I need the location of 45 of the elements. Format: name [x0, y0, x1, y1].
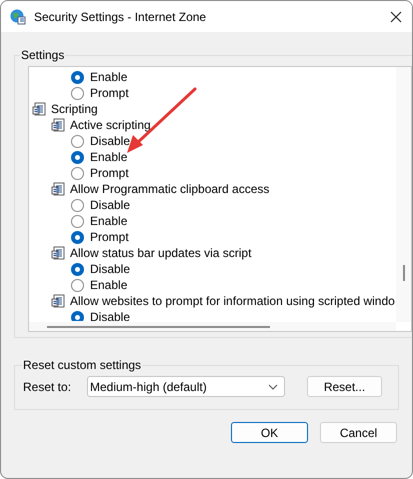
category-label: Scripting — [51, 101, 98, 118]
setting-label: Active scripting — [70, 117, 151, 134]
settings-page-icon — [51, 246, 66, 260]
option-label: Prompt — [90, 229, 129, 246]
ok-button[interactable]: OK — [231, 422, 308, 443]
globe-icon — [10, 8, 26, 24]
radio-button[interactable] — [71, 262, 84, 276]
radio-button[interactable] — [71, 70, 84, 84]
option-label: Disable — [90, 197, 130, 214]
settings-page-icon — [51, 118, 66, 132]
radio-button[interactable] — [71, 214, 84, 228]
setting-label: Allow websites to prompt for information using scripted windo — [70, 293, 395, 310]
vertical-scrollbar[interactable] — [396, 67, 411, 322]
reset-button[interactable]: Reset... — [307, 376, 382, 397]
option-label: Disable — [90, 133, 130, 150]
option-label: Enable — [90, 149, 128, 166]
window-title: Security Settings - Internet Zone — [34, 8, 206, 26]
option-label: Disable — [90, 309, 130, 321]
horizontal-scrollbar[interactable] — [29, 322, 396, 331]
radio-button[interactable] — [71, 198, 84, 212]
field-label: Reset to: — [23, 378, 72, 396]
radio-button[interactable] — [71, 86, 84, 100]
reset-level-dropdown[interactable]: Medium-high (default) — [87, 376, 285, 397]
group-label: Reset custom settings — [22, 357, 142, 374]
cancel-button[interactable]: Cancel — [320, 422, 397, 443]
option-label: Enable — [90, 69, 128, 86]
radio-button[interactable] — [71, 134, 84, 148]
radio-button[interactable] — [71, 166, 84, 180]
option-label: Disable — [90, 261, 130, 278]
radio-button[interactable] — [71, 310, 84, 321]
setting-label: Allow Programmatic clipboard access — [70, 181, 270, 198]
settings-page-icon — [32, 102, 47, 116]
radio-button[interactable] — [71, 150, 84, 164]
group-label: Settings — [20, 47, 66, 64]
option-label: Enable — [90, 213, 128, 230]
option-label: Enable — [90, 277, 128, 294]
settings-page-icon — [51, 182, 66, 196]
close-icon[interactable] — [390, 10, 402, 22]
radio-button[interactable] — [71, 230, 84, 244]
radio-button[interactable] — [71, 278, 84, 292]
option-label: Prompt — [90, 85, 129, 102]
option-label: Prompt — [90, 165, 129, 182]
chevron-down-icon — [268, 384, 278, 390]
settings-page-icon — [51, 294, 66, 308]
setting-label: Allow status bar updates via script — [70, 245, 252, 262]
